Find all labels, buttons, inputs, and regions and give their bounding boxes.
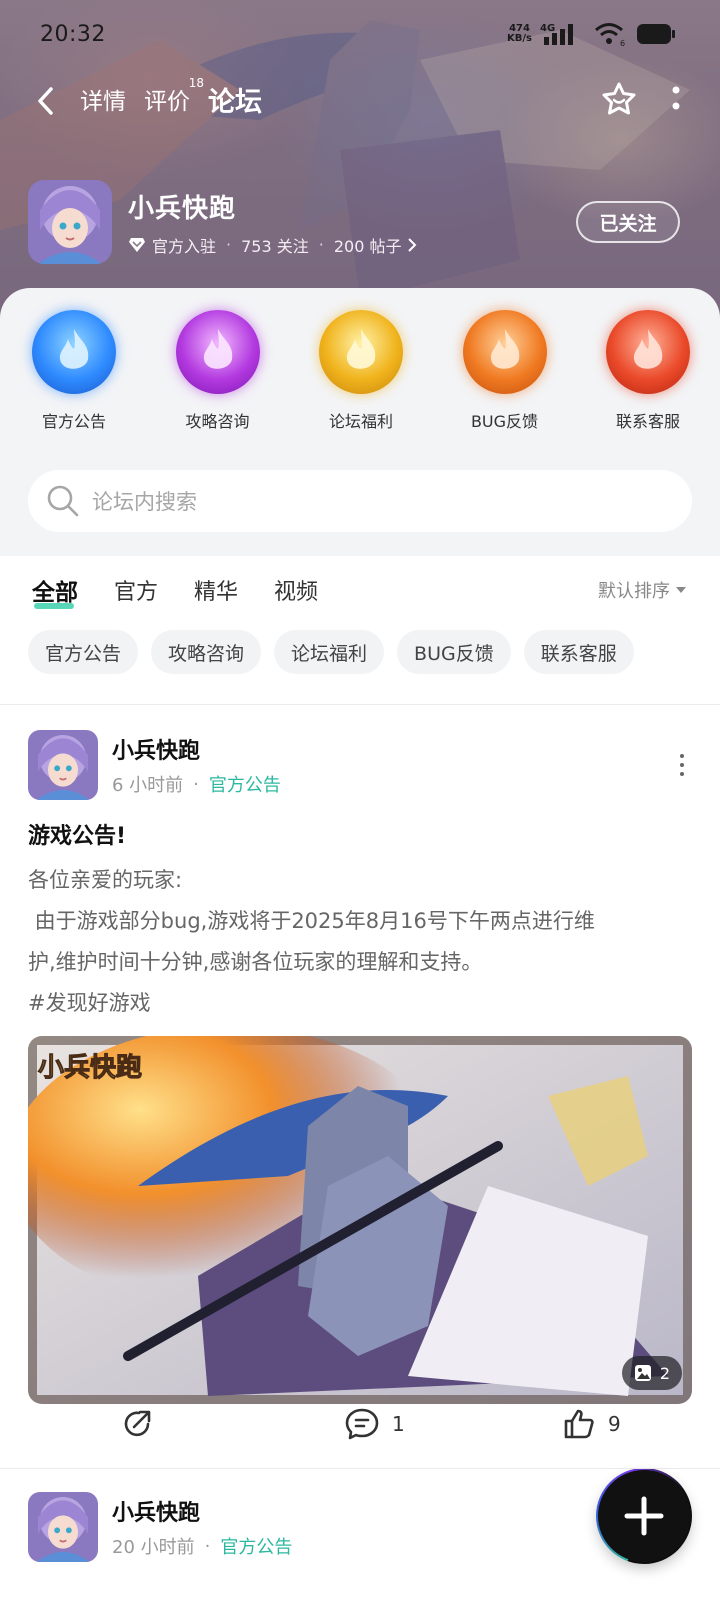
forum-search-input[interactable]: 论坛内搜索 — [28, 470, 692, 532]
posts-count: 200 帖子 — [333, 236, 402, 256]
post-category-tag[interactable]: 官方公告 — [220, 1533, 292, 1559]
like-button[interactable]: 9 — [562, 1407, 621, 1441]
more-vertical-icon — [672, 86, 680, 110]
official-diamond-icon — [129, 237, 145, 252]
top-navigation: 详情 评价 18 论坛 — [30, 76, 680, 124]
post-time: 6 小时前 — [112, 775, 184, 796]
game-artwork-image: 小兵快跑 — [28, 1036, 692, 1404]
star-icon — [602, 82, 636, 115]
share-icon — [124, 1410, 151, 1437]
reviews-count-badge: 18 — [188, 76, 204, 90]
chip-forum-benefits[interactable]: 论坛福利 — [274, 630, 385, 674]
post-card[interactable]: 小兵快跑 6 小时前 · 官方公告 游戏公告! 各位亲爱的玩家: 由于游戏部分b… — [28, 730, 692, 1404]
sort-dropdown[interactable]: 默认排序 — [598, 577, 686, 603]
divider — [0, 704, 720, 705]
follow-button[interactable]: 已关注 — [576, 201, 680, 243]
category-customer-service[interactable]: 联系客服 — [598, 310, 698, 432]
like-count: 9 — [608, 1412, 621, 1436]
chip-customer-service[interactable]: 联系客服 — [523, 630, 634, 674]
blue-flame-icon — [32, 310, 116, 394]
back-arrow-icon — [38, 87, 53, 115]
status-indicators: 474 KB/s 4G 6 — [507, 21, 676, 47]
share-button[interactable] — [120, 1407, 154, 1441]
post-card[interactable]: 小兵快跑 20 小时前 · 官方公告 — [28, 1492, 692, 1562]
followers-count: 753 关注 — [241, 236, 309, 256]
comment-button[interactable]: 1 — [344, 1407, 405, 1441]
orange-flame-icon — [462, 310, 547, 394]
svg-text:6: 6 — [620, 39, 625, 47]
image-count-badge: 2 — [621, 1356, 682, 1390]
more-options-button[interactable] — [672, 85, 680, 117]
post-actions: 1 9 — [0, 1394, 720, 1454]
tab-details[interactable]: 详情 — [80, 82, 126, 120]
game-avatar[interactable] — [28, 180, 112, 264]
category-bug-feedback[interactable]: BUG反馈 — [455, 310, 555, 432]
svg-text:4G: 4G — [540, 23, 555, 34]
battery-icon — [636, 22, 676, 46]
favorite-star-button[interactable] — [600, 80, 638, 122]
search-icon — [47, 485, 79, 517]
post-author[interactable]: 小兵快跑 — [112, 1495, 292, 1527]
category-chips: 官方公告 攻略咨询 论坛福利 BUG反馈 联系客服 — [28, 630, 634, 674]
tab-reviews[interactable]: 评价 18 — [144, 76, 204, 120]
status-time: 20:32 — [40, 21, 106, 47]
filter-tab-all[interactable]: 全部 — [32, 573, 78, 609]
red-flame-icon — [606, 310, 690, 394]
author-avatar[interactable] — [28, 1492, 98, 1562]
tab-forum[interactable]: 论坛 — [205, 80, 265, 123]
post-hashtag[interactable]: #发现好游戏 — [28, 983, 692, 1024]
network-speed: 474 KB/s — [507, 23, 532, 44]
category-official-announcement[interactable]: 官方公告 — [24, 310, 124, 432]
post-title: 游戏公告! — [28, 824, 127, 849]
cellular-signal-icon: 4G — [540, 21, 586, 47]
post-category-tag[interactable]: 官方公告 — [209, 771, 281, 797]
post-more-button[interactable] — [672, 754, 692, 776]
thumbs-up-icon — [564, 1409, 594, 1439]
wifi-icon: 6 — [594, 21, 628, 47]
post-image[interactable]: 小兵快跑 2 — [28, 1036, 692, 1404]
post-filter-tabs: 全部 官方 精华 视频 默认排序 — [32, 570, 686, 610]
comment-count: 1 — [392, 1412, 405, 1436]
author-avatar[interactable] — [28, 730, 98, 800]
forum-panel: 官方公告 攻略咨询 论坛福利 BUG反馈 联系客服 论坛内搜索 — [0, 288, 720, 556]
chip-bug-feedback[interactable]: BUG反馈 — [397, 630, 511, 674]
status-bar: 20:32 474 KB/s 4G 6 — [40, 14, 676, 54]
purple-flame-icon — [175, 310, 260, 394]
create-post-button[interactable] — [596, 1468, 692, 1564]
yellow-flame-icon — [319, 310, 403, 394]
image-icon — [634, 1365, 651, 1381]
search-placeholder: 论坛内搜索 — [92, 490, 197, 514]
game-stats[interactable]: 官方入驻 · 753 关注 · 200 帖子 — [128, 233, 417, 257]
category-forum-benefits[interactable]: 论坛福利 — [311, 310, 411, 432]
official-label: 官方入驻 — [152, 236, 217, 256]
chevron-right-icon — [408, 237, 417, 252]
comment-icon — [345, 1408, 379, 1440]
plus-icon — [624, 1496, 664, 1536]
chip-strategy-consulting[interactable]: 攻略咨询 — [151, 630, 262, 674]
chip-official-announcement[interactable]: 官方公告 — [28, 630, 139, 674]
post-time: 20 小时前 — [112, 1537, 195, 1558]
filter-tab-featured[interactable]: 精华 — [194, 574, 238, 606]
caret-down-icon — [676, 587, 686, 593]
game-profile: 小兵快跑 官方入驻 · 753 关注 · 200 帖子 已关注 — [28, 180, 680, 264]
category-grid: 官方公告 攻略咨询 论坛福利 BUG反馈 联系客服 — [0, 288, 720, 432]
game-name: 小兵快跑 — [128, 193, 237, 224]
divider — [0, 1468, 720, 1469]
post-author[interactable]: 小兵快跑 — [112, 733, 281, 765]
back-button[interactable] — [30, 81, 62, 121]
post-body: 各位亲爱的玩家: 由于游戏部分bug,游戏将于2025年8月16号下午两点进行维… — [28, 860, 692, 1024]
svg-text:小兵快跑: 小兵快跑 — [38, 1053, 142, 1083]
category-strategy-consulting[interactable]: 攻略咨询 — [168, 310, 268, 432]
filter-tab-official[interactable]: 官方 — [114, 574, 158, 606]
filter-tab-video[interactable]: 视频 — [274, 574, 318, 606]
